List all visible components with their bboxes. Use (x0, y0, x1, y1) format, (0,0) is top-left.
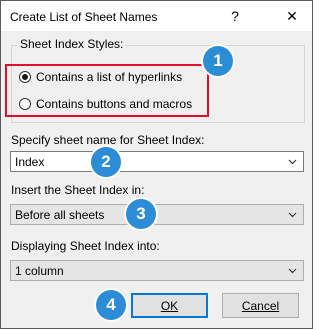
ok-button[interactable]: OK (131, 293, 208, 318)
ok-button-label: OK (160, 298, 179, 313)
sheet-name-label: Specify sheet name for Sheet Index: (11, 133, 205, 147)
step-badge-2: 2 (91, 147, 121, 177)
help-button[interactable]: ? (221, 4, 249, 28)
title-bar: Create List of Sheet Names ? ✕ (1, 1, 312, 31)
styles-highlight-box (5, 64, 209, 117)
sheet-name-combobox[interactable]: Index (10, 151, 304, 172)
cancel-button[interactable]: Cancel (222, 293, 299, 318)
display-into-label: Displaying Sheet Index into: (11, 239, 160, 253)
step-badge-4: 4 (96, 290, 126, 320)
display-into-value: 1 column (15, 264, 64, 278)
create-sheet-list-dialog: Create List of Sheet Names ? ✕ Sheet Ind… (0, 0, 313, 329)
close-button[interactable]: ✕ (278, 4, 306, 28)
dialog-title: Create List of Sheet Names (10, 10, 158, 24)
sheet-name-value: Index (15, 155, 45, 169)
insert-in-value: Before all sheets (15, 208, 105, 222)
step-badge-1: 1 (203, 46, 233, 76)
step-badge-3: 3 (126, 199, 156, 229)
chevron-down-icon[interactable] (288, 266, 297, 275)
insert-in-dropdown[interactable]: Before all sheets (10, 204, 304, 225)
chevron-down-icon[interactable] (288, 157, 297, 166)
index-styles-legend: Sheet Index Styles: (17, 37, 127, 51)
insert-in-label: Insert the Sheet Index in: (11, 183, 145, 197)
display-into-dropdown[interactable]: 1 column (10, 260, 304, 281)
chevron-down-icon[interactable] (288, 210, 297, 219)
cancel-button-label: Cancel (241, 298, 280, 313)
